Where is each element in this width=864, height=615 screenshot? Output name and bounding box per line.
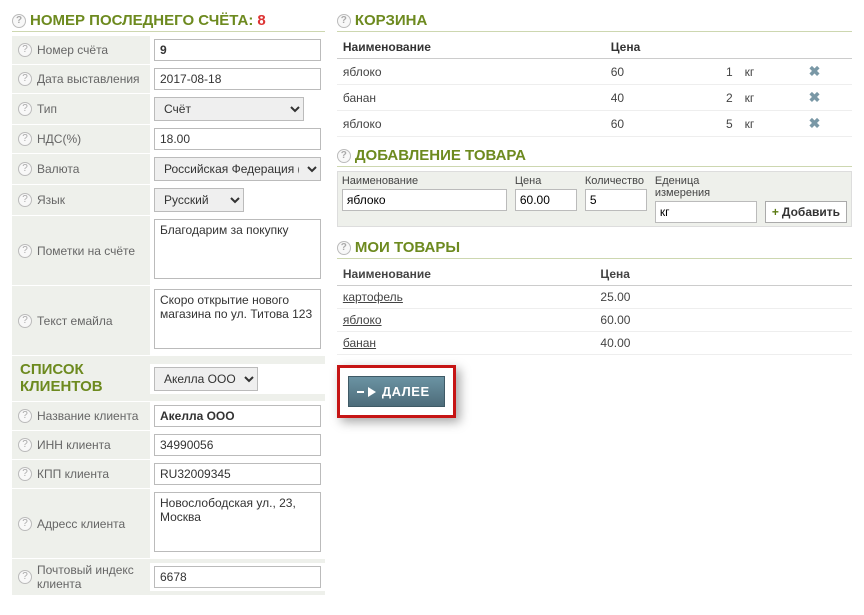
currency-select[interactable]: Российская Федерация (RUB) р.: [154, 157, 321, 181]
last-invoice-title: ? НОМЕР ПОСЛЕДНЕГО СЧЁТА: 8: [12, 12, 325, 32]
help-icon: ?: [18, 132, 32, 146]
client-zip-label: Почтовый индекс клиента: [37, 563, 144, 591]
cart-item-name: яблоко: [337, 111, 605, 137]
invoice-number-input[interactable]: [154, 39, 321, 61]
cart-item-price: 40: [605, 85, 687, 111]
language-label: Язык: [37, 193, 65, 207]
add-name-label: Наименование: [342, 175, 507, 187]
cart-item-qty: 1: [687, 59, 739, 85]
client-zip-input[interactable]: [154, 566, 321, 588]
next-button[interactable]: ДАЛЕЕ: [348, 376, 445, 407]
client-select[interactable]: Акелла ООО: [154, 367, 258, 391]
cart-col-name: Наименование: [337, 36, 605, 59]
delete-icon[interactable]: ✖: [806, 89, 822, 106]
help-icon: ?: [18, 438, 32, 452]
invoice-date-label: Дата выставления: [37, 72, 140, 86]
cart-title: ? КОРЗИНА: [337, 12, 852, 32]
invoice-number-label: Номер счёта: [37, 43, 108, 57]
invoice-type-label: Тип: [37, 102, 57, 116]
add-qty-label: Количество: [585, 175, 647, 187]
next-highlight-box: ДАЛЕЕ: [337, 365, 456, 418]
cart-row: банан402кг ✖: [337, 85, 852, 111]
client-kpp-label: КПП клиента: [37, 467, 109, 481]
goods-row: картофель 25.00: [337, 286, 852, 309]
emailtext-label: Текст емайла: [37, 314, 113, 328]
cart-item-qty: 5: [687, 111, 739, 137]
goods-row: яблоко 60.00: [337, 309, 852, 332]
goods-col-price: Цена: [594, 263, 852, 286]
cart-item-name: банан: [337, 85, 605, 111]
last-invoice-label: НОМЕР ПОСЛЕДНЕГО СЧЁТА:: [30, 12, 253, 29]
cart-item-name: яблоко: [337, 59, 605, 85]
cart-col-price: Цена: [605, 36, 687, 59]
cart-item-price: 60: [605, 111, 687, 137]
help-icon: ?: [18, 244, 32, 258]
goods-item-price: 60.00: [594, 309, 852, 332]
goods-item-link[interactable]: картофель: [343, 290, 403, 304]
client-addr-label: Адресс клиента: [37, 517, 125, 531]
currency-label: Валюта: [37, 162, 79, 176]
client-name-input[interactable]: [154, 405, 321, 427]
add-qty-input[interactable]: [585, 189, 647, 211]
help-icon: ?: [18, 467, 32, 481]
cart-row: яблоко601кг ✖: [337, 59, 852, 85]
cart-table: Наименование Цена яблоко601кг✖банан402кг…: [337, 36, 852, 137]
goods-item-price: 25.00: [594, 286, 852, 309]
help-icon: ?: [18, 314, 32, 328]
notes-textarea[interactable]: Благодарим за покупку: [154, 219, 321, 279]
help-icon: ?: [337, 241, 351, 255]
add-product-title: ? ДОБАВЛЕНИЕ ТОВАРА: [337, 147, 852, 167]
goods-item-price: 40.00: [594, 332, 852, 355]
goods-table: Наименование Цена картофель 25.00 яблоко 60…: [337, 263, 852, 355]
arrow-right-icon: [357, 387, 376, 397]
help-icon: ?: [18, 517, 32, 531]
invoice-type-select[interactable]: Счёт: [154, 97, 304, 121]
add-unit-input[interactable]: [655, 201, 757, 223]
client-kpp-input[interactable]: [154, 463, 321, 485]
client-inn-input[interactable]: [154, 434, 321, 456]
last-invoice-number: 8: [257, 12, 265, 29]
help-icon: ?: [18, 102, 32, 116]
help-icon: ?: [18, 570, 32, 584]
goods-item-link[interactable]: яблоко: [343, 313, 382, 327]
emailtext-textarea[interactable]: Скоро открытие нового магазина по ул. Ти…: [154, 289, 321, 349]
cart-item-unit: кг: [739, 85, 801, 111]
invoice-date-input[interactable]: [154, 68, 321, 90]
delete-icon[interactable]: ✖: [806, 63, 822, 80]
add-product-button[interactable]: + Добавить: [765, 201, 847, 223]
goods-row: банан 40.00: [337, 332, 852, 355]
vat-label: НДС(%): [37, 132, 81, 146]
help-icon: ?: [18, 43, 32, 57]
help-icon: ?: [337, 14, 351, 28]
clients-list-title: СПИСОК КЛИЕНТОВ: [18, 358, 105, 399]
add-unit-label: Еденица измерения: [655, 175, 757, 199]
cart-item-unit: кг: [739, 59, 801, 85]
vat-input[interactable]: [154, 128, 321, 150]
client-name-label: Название клиента: [37, 409, 138, 423]
add-name-input[interactable]: [342, 189, 507, 211]
cart-item-price: 60: [605, 59, 687, 85]
add-product-row: Наименование Цена Количество Еденица изм…: [337, 171, 852, 227]
cart-item-unit: кг: [739, 111, 801, 137]
help-icon: ?: [12, 14, 26, 28]
help-icon: ?: [18, 193, 32, 207]
goods-item-link[interactable]: банан: [343, 336, 376, 350]
cart-row: яблоко605кг ✖: [337, 111, 852, 137]
my-goods-title: ? МОИ ТОВАРЫ: [337, 239, 852, 259]
add-price-input[interactable]: [515, 189, 577, 211]
client-inn-label: ИНН клиента: [37, 438, 111, 452]
delete-icon[interactable]: ✖: [806, 115, 822, 132]
help-icon: ?: [18, 162, 32, 176]
help-icon: ?: [18, 409, 32, 423]
language-select[interactable]: Русский: [154, 188, 244, 212]
cart-item-qty: 2: [687, 85, 739, 111]
help-icon: ?: [337, 149, 351, 163]
add-price-label: Цена: [515, 175, 577, 187]
plus-icon: +: [772, 205, 779, 219]
help-icon: ?: [18, 72, 32, 86]
notes-label: Пометки на счёте: [37, 244, 135, 258]
client-addr-textarea[interactable]: Новослободская ул., 23, Москва: [154, 492, 321, 552]
goods-col-name: Наименование: [337, 263, 595, 286]
